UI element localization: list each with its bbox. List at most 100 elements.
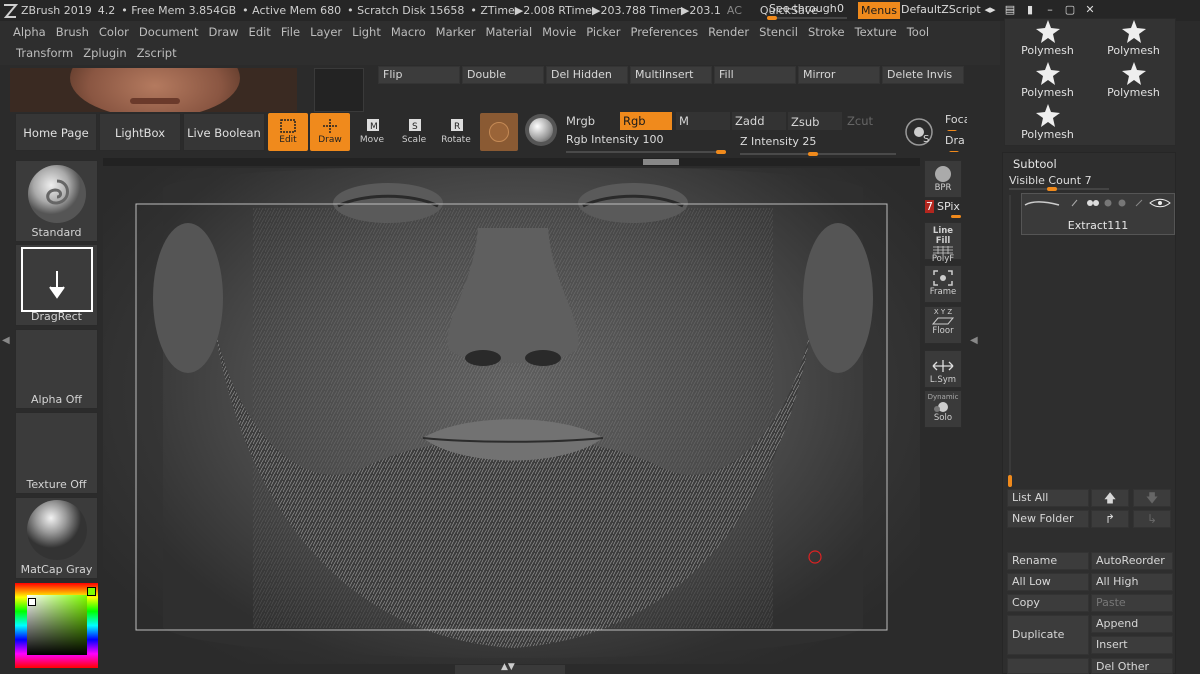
menu-preferences[interactable]: Preferences — [630, 25, 698, 39]
rename-button[interactable]: Rename — [1007, 552, 1089, 570]
autoreorder-button[interactable]: AutoReorder — [1091, 552, 1173, 570]
default-zscript-button[interactable]: DefaultZScript — [901, 3, 981, 16]
menu-zscript[interactable]: Zscript — [137, 46, 177, 60]
texture-selector[interactable]: Texture Off — [15, 412, 98, 494]
menu-light[interactable]: Light — [352, 25, 381, 39]
flip-button[interactable]: Flip — [378, 66, 460, 84]
live-boolean-button[interactable]: Live Boolean — [183, 113, 265, 151]
material-selector[interactable]: MatCap Gray — [15, 497, 98, 579]
move-down-button[interactable]: 🡇 — [1133, 489, 1171, 507]
focal-shift-icon[interactable]: S — [903, 117, 937, 147]
rgb-intensity-slider[interactable]: Rgb Intensity 100 — [566, 133, 730, 154]
pin-icon[interactable]: ▤ — [1003, 2, 1017, 18]
append-button[interactable]: Append — [1091, 615, 1173, 633]
move-mode-button[interactable]: M Move — [352, 113, 392, 151]
fill-button[interactable]: Fill — [714, 66, 796, 84]
scrollbar-thumb[interactable] — [643, 159, 679, 165]
close-icon[interactable]: ✕ — [1083, 2, 1097, 18]
mirror-button[interactable]: Mirror — [798, 66, 880, 84]
m-button[interactable]: M — [676, 112, 730, 130]
menu-alpha[interactable]: Alpha — [13, 25, 46, 39]
edit-mode-button[interactable]: Edit — [268, 113, 308, 151]
menus-toggle-button[interactable]: Menus — [858, 2, 900, 19]
material-switch-button[interactable] — [480, 113, 518, 151]
menu-color[interactable]: Color — [99, 25, 129, 39]
line-fill-polyf-button[interactable]: Line Fill PolyF — [924, 222, 962, 264]
zcut-button[interactable]: Zcut — [844, 112, 898, 130]
menu-material[interactable]: Material — [485, 25, 532, 39]
rgb-intensity-knob[interactable] — [716, 150, 726, 154]
draw-mode-button[interactable]: Draw — [310, 113, 350, 151]
menu-transform[interactable]: Transform — [16, 46, 73, 60]
polymesh-tool-3[interactable]: Polymesh — [1005, 61, 1090, 102]
bpr-render-button[interactable]: BPR — [924, 160, 962, 198]
dynamic-solo-button[interactable]: Dynamic Solo — [924, 390, 962, 428]
frame-button[interactable]: Frame — [924, 265, 962, 303]
alpha-selector[interactable]: Alpha Off — [15, 329, 98, 409]
up-down-arrows-icon[interactable]: ▲▼ — [501, 662, 515, 672]
polymesh-tool-2[interactable]: Polymesh — [1091, 19, 1176, 60]
menu-stroke[interactable]: Stroke — [808, 25, 845, 39]
double-button[interactable]: Double — [462, 66, 544, 84]
lightbox-button[interactable]: LightBox — [99, 113, 181, 151]
focal-knob[interactable] — [947, 130, 957, 131]
saturation-value-square[interactable] — [27, 595, 87, 655]
delete-button-partial[interactable] — [1007, 658, 1089, 674]
visible-count-slider[interactable]: Visible Count 7 — [1009, 174, 1092, 187]
menu-edit[interactable]: Edit — [249, 25, 271, 39]
canvas-horizontal-scrollbar[interactable] — [103, 158, 920, 166]
delete-invis-button[interactable]: Delete Invis — [882, 66, 964, 84]
menu-draw[interactable]: Draw — [209, 25, 239, 39]
del-other-button[interactable]: Del Other — [1091, 658, 1173, 674]
paste-button[interactable]: Paste — [1091, 594, 1173, 612]
insert-button[interactable]: Insert — [1091, 636, 1173, 654]
rotate-mode-button[interactable]: R Rotate — [436, 113, 476, 151]
primary-color-swatch[interactable] — [28, 598, 36, 606]
canvas-bottom-handle[interactable]: ▲▼ — [455, 662, 565, 674]
polymesh-tool-4[interactable]: Polymesh — [1091, 61, 1176, 102]
draw-size-slider[interactable]: Dra — [945, 134, 967, 152]
subtool-visibility-icons[interactable] — [1068, 197, 1172, 209]
copy-button[interactable]: Copy — [1007, 594, 1089, 612]
menu-macro[interactable]: Macro — [391, 25, 426, 39]
sphere-tool-button[interactable] — [525, 114, 557, 146]
menu-texture[interactable]: Texture — [855, 25, 897, 39]
all-low-button[interactable]: All Low — [1007, 573, 1089, 591]
menu-file[interactable]: File — [281, 25, 300, 39]
home-page-button[interactable]: Home Page — [15, 113, 97, 151]
subtool-list-scroll-knob[interactable] — [1008, 475, 1012, 487]
move-folder-down-button[interactable]: ↳ — [1133, 510, 1171, 528]
subtool-item[interactable]: Extract111 — [1021, 193, 1175, 235]
minimize-icon[interactable]: – — [1043, 2, 1057, 18]
menu-brush[interactable]: Brush — [56, 25, 89, 39]
brush-selector[interactable]: Standard — [15, 160, 98, 242]
secondary-thumbnail[interactable] — [314, 68, 364, 112]
stroke-selector[interactable]: DragRect — [15, 244, 98, 326]
menu-stencil[interactable]: Stencil — [759, 25, 798, 39]
menu-render[interactable]: Render — [708, 25, 749, 39]
tool-thumbnail[interactable] — [10, 68, 297, 112]
draw-size-knob[interactable] — [949, 151, 959, 152]
menu-zplugin[interactable]: Zplugin — [83, 46, 126, 60]
color-picker[interactable] — [15, 583, 98, 668]
menu-document[interactable]: Document — [139, 25, 199, 39]
polymesh-tool-5[interactable]: Polymesh — [1005, 103, 1090, 144]
duplicate-button[interactable]: Duplicate — [1007, 615, 1089, 655]
visible-count-knob[interactable] — [1047, 187, 1057, 191]
maximize-icon[interactable]: ▢ — [1063, 2, 1077, 18]
list-all-button[interactable]: List All — [1007, 489, 1089, 507]
menu-movie[interactable]: Movie — [542, 25, 576, 39]
see-through-slider[interactable]: See-through 0 — [765, 2, 850, 20]
new-folder-button[interactable]: New Folder — [1007, 510, 1089, 528]
menu-picker[interactable]: Picker — [586, 25, 620, 39]
spix-slider[interactable]: 7 SPix — [925, 200, 963, 218]
del-hidden-button[interactable]: Del Hidden — [546, 66, 628, 84]
arrows-left-right-icon[interactable]: ◂▸ — [983, 2, 997, 18]
mrgb-button[interactable]: Mrgb — [562, 112, 620, 130]
scale-mode-button[interactable]: S Scale — [394, 113, 434, 151]
subtool-list-scrollbar[interactable] — [1009, 195, 1011, 485]
local-symmetry-button[interactable]: L.Sym — [924, 350, 962, 388]
z-intensity-slider[interactable]: Z Intensity 25 — [740, 135, 900, 156]
z-intensity-knob[interactable] — [808, 152, 818, 156]
move-up-button[interactable]: 🡅 — [1091, 489, 1129, 507]
